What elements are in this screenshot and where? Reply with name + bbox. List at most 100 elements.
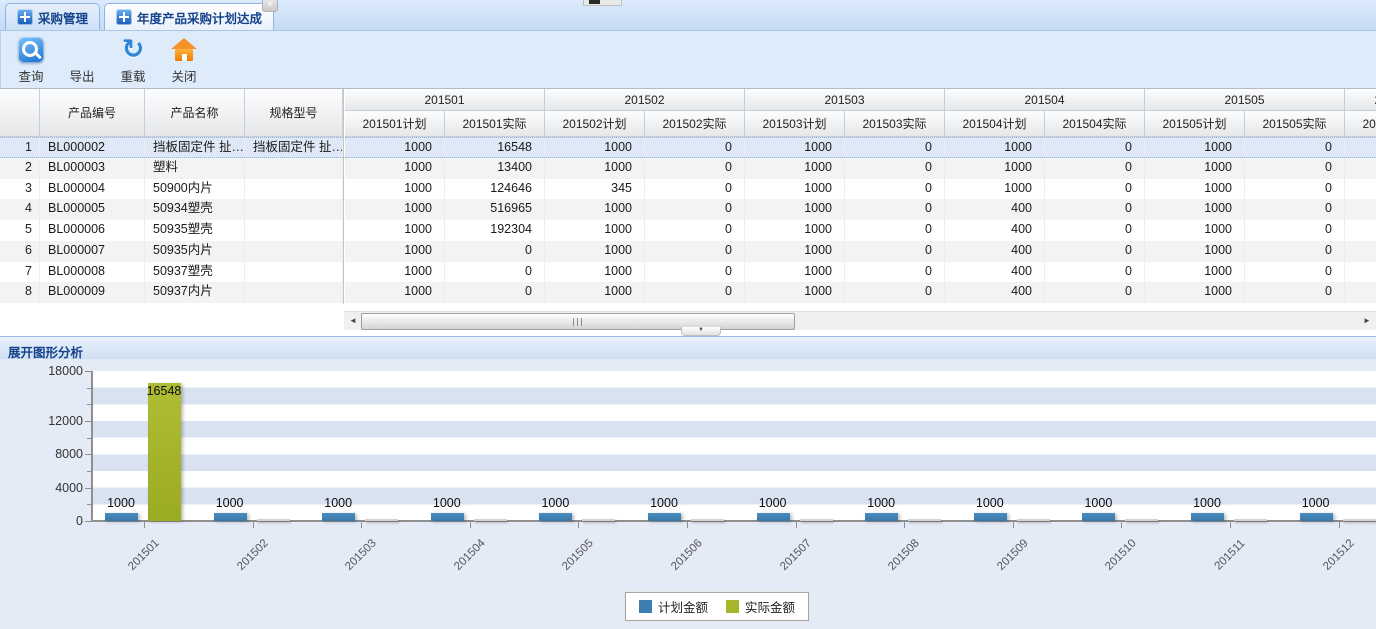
value-cell[interactable]: 0 (645, 138, 745, 157)
export-button[interactable]: 导出 (60, 36, 104, 85)
table-row[interactable]: 100001000010000400010000 (345, 282, 1376, 303)
value-cell[interactable] (1345, 262, 1376, 283)
table-row[interactable]: 10001246463450100001000010000 (345, 179, 1376, 200)
table-row[interactable]: 5BL00000650935塑壳 (0, 220, 343, 241)
value-cell[interactable]: 0 (1045, 262, 1145, 283)
table-row[interactable]: 1BL000002挡板固定件 扯…挡板固定件 扯… (0, 137, 343, 158)
table-row[interactable]: 10005169651000010000400010000 (345, 199, 1376, 220)
column-header[interactable]: 201505计划 (1145, 111, 1245, 137)
value-cell[interactable]: 400 (945, 220, 1045, 241)
value-cell[interactable] (1345, 179, 1376, 200)
value-cell[interactable]: 124646 (445, 179, 545, 200)
table-row[interactable]: 100001000010000400010000 (345, 241, 1376, 262)
value-cell[interactable]: 1000 (745, 282, 845, 303)
value-cell[interactable]: 0 (445, 262, 545, 283)
product-name-cell[interactable]: 50935塑壳 (145, 220, 245, 241)
row-number-cell[interactable]: 6 (0, 241, 40, 262)
scroll-right-arrow-icon[interactable]: ► (1359, 312, 1375, 330)
value-cell[interactable]: 0 (1045, 282, 1145, 303)
value-cell[interactable]: 1000 (545, 158, 645, 179)
row-number-cell[interactable]: 4 (0, 199, 40, 220)
value-cell[interactable]: 0 (445, 282, 545, 303)
value-cell[interactable]: 0 (845, 179, 945, 200)
value-cell[interactable]: 0 (645, 220, 745, 241)
value-cell[interactable]: 13400 (445, 158, 545, 179)
value-cell[interactable]: 1000 (545, 262, 645, 283)
column-header[interactable]: 规格型号 (245, 89, 343, 137)
value-cell[interactable]: 0 (645, 199, 745, 220)
value-cell[interactable]: 16548 (445, 138, 545, 157)
value-cell[interactable]: 0 (845, 138, 945, 157)
column-header[interactable] (0, 89, 40, 137)
product-name-cell[interactable]: 50937塑壳 (145, 262, 245, 283)
value-cell[interactable]: 0 (1045, 241, 1145, 262)
value-cell[interactable]: 400 (945, 199, 1045, 220)
product-name-cell[interactable]: 50934塑壳 (145, 199, 245, 220)
value-cell[interactable]: 0 (1045, 179, 1145, 200)
value-cell[interactable]: 0 (1245, 158, 1345, 179)
value-cell[interactable]: 1000 (1145, 138, 1245, 157)
column-header[interactable]: 201504实际 (1045, 111, 1145, 137)
spec-model-cell[interactable] (245, 241, 343, 262)
value-cell[interactable]: 1000 (345, 158, 445, 179)
table-row[interactable]: 10001923041000010000400010000 (345, 220, 1376, 241)
tab-procurement-management[interactable]: 采购管理 (5, 3, 100, 30)
value-cell[interactable]: 1000 (345, 220, 445, 241)
value-cell[interactable]: 1000 (1145, 282, 1245, 303)
scroll-left-arrow-icon[interactable]: ◄ (345, 312, 361, 330)
product-code-cell[interactable]: BL000009 (40, 282, 145, 303)
value-cell[interactable]: 0 (845, 158, 945, 179)
column-header[interactable]: 201501实际 (445, 111, 545, 137)
value-cell[interactable] (1345, 282, 1376, 303)
value-cell[interactable]: 400 (945, 241, 1045, 262)
product-code-cell[interactable]: BL000006 (40, 220, 145, 241)
value-cell[interactable]: 1000 (545, 138, 645, 157)
value-cell[interactable]: 0 (845, 220, 945, 241)
value-cell[interactable] (1345, 158, 1376, 179)
month-group-header[interactable]: 201503 (745, 89, 945, 111)
value-cell[interactable]: 1000 (1145, 179, 1245, 200)
value-cell[interactable]: 1000 (345, 262, 445, 283)
product-code-cell[interactable]: BL000005 (40, 199, 145, 220)
product-code-cell[interactable]: BL000003 (40, 158, 145, 179)
product-name-cell[interactable]: 50937内片 (145, 282, 245, 303)
spec-model-cell[interactable] (245, 262, 343, 283)
spec-model-cell[interactable] (245, 179, 343, 200)
column-header[interactable]: 201503计划 (745, 111, 845, 137)
value-cell[interactable]: 0 (645, 241, 745, 262)
table-row[interactable]: 10001340010000100001000010000 (345, 158, 1376, 179)
product-code-cell[interactable]: BL000002 (40, 138, 145, 157)
value-cell[interactable]: 0 (1045, 158, 1145, 179)
horizontal-scrollbar[interactable]: ◄► (344, 311, 1376, 330)
month-group-header[interactable]: 201502 (545, 89, 745, 111)
table-row[interactable]: 100001000010000400010000 (345, 262, 1376, 283)
value-cell[interactable]: 0 (645, 158, 745, 179)
value-cell[interactable]: 400 (945, 262, 1045, 283)
value-cell[interactable]: 1000 (1145, 199, 1245, 220)
value-cell[interactable] (1345, 241, 1376, 262)
product-name-cell[interactable]: 50935内片 (145, 241, 245, 262)
value-cell[interactable]: 0 (445, 241, 545, 262)
query-button[interactable]: 查询 (9, 36, 53, 85)
value-cell[interactable]: 0 (1245, 179, 1345, 200)
month-group-header[interactable]: 201501 (345, 89, 545, 111)
close-icon[interactable]: ✕ (262, 0, 278, 12)
row-number-cell[interactable]: 7 (0, 262, 40, 283)
table-row[interactable]: 10001654810000100001000010000 (345, 137, 1376, 158)
product-code-cell[interactable]: BL000004 (40, 179, 145, 200)
value-cell[interactable]: 1000 (1145, 220, 1245, 241)
column-header[interactable]: 201501计划 (345, 111, 445, 137)
value-cell[interactable]: 400 (945, 282, 1045, 303)
value-cell[interactable]: 1000 (545, 282, 645, 303)
product-code-cell[interactable]: BL000007 (40, 241, 145, 262)
row-number-cell[interactable]: 8 (0, 282, 40, 303)
value-cell[interactable]: 0 (1245, 199, 1345, 220)
spec-model-cell[interactable] (245, 199, 343, 220)
value-cell[interactable] (1345, 199, 1376, 220)
value-cell[interactable]: 0 (1245, 138, 1345, 157)
value-cell[interactable]: 1000 (1145, 241, 1245, 262)
value-cell[interactable]: 1000 (345, 138, 445, 157)
table-row[interactable]: 3BL00000450900内片 (0, 179, 343, 200)
column-header[interactable]: 201502计划 (545, 111, 645, 137)
column-header[interactable]: 201502实际 (645, 111, 745, 137)
